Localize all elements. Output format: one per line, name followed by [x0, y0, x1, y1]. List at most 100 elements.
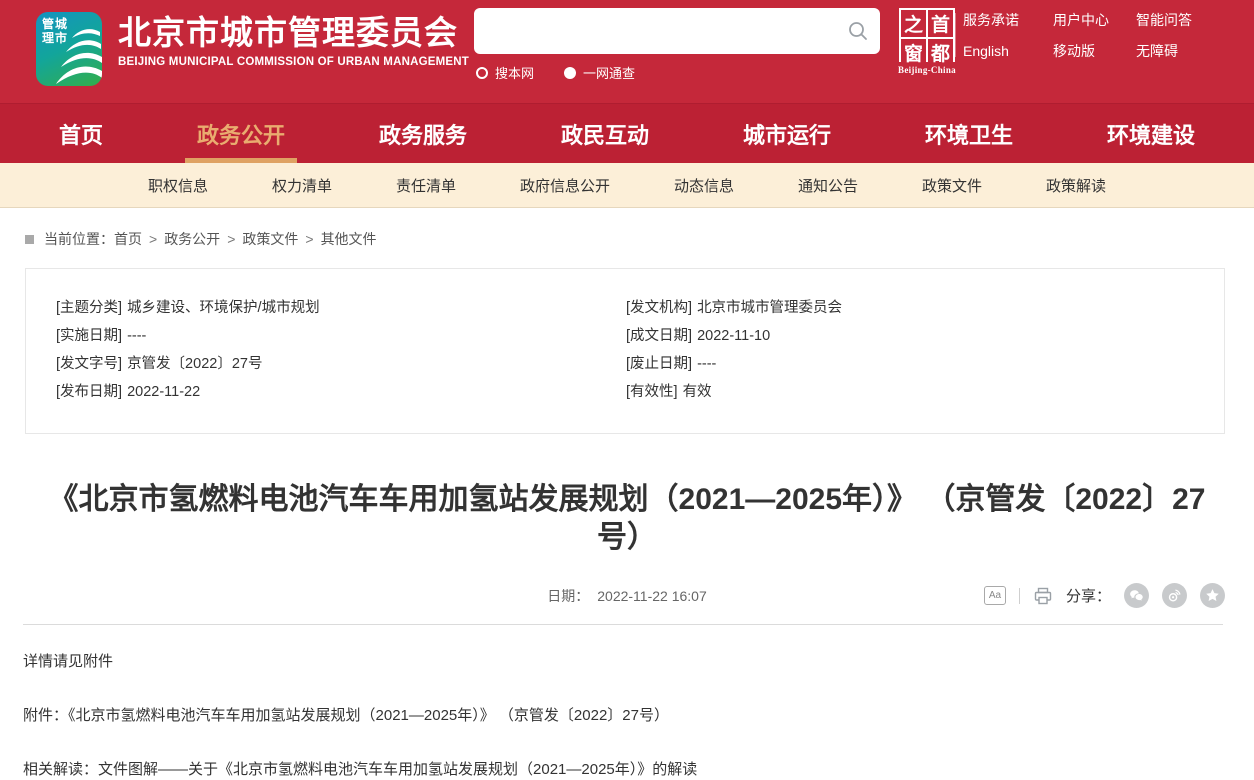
seal-char: 窗: [901, 39, 926, 66]
meta-value: ----: [127, 328, 146, 344]
meta-row-validity: [有效性] 有效: [626, 378, 1224, 406]
date-label: 日期：: [547, 588, 589, 604]
search-button[interactable]: [836, 8, 880, 54]
meta-value: ----: [697, 356, 716, 372]
share-weibo-button[interactable]: [1162, 583, 1187, 608]
seal-char: 首: [928, 10, 953, 37]
meta-value: 城乡建设、环境保护/城市规划: [127, 300, 320, 316]
breadcrumb-square-icon: [25, 235, 34, 244]
quick-link-english[interactable]: English: [963, 43, 1053, 59]
attachment-link[interactable]: 《北京市氢燃料电池汽车车用加氢站发展规划（2021—2025年）》 （京管发〔2…: [68, 707, 669, 724]
breadcrumb-separator: >: [305, 231, 313, 247]
capital-window-seal[interactable]: 之 首 窗 都 Beijing-China: [896, 8, 958, 75]
meta-label: [成文日期]: [626, 328, 692, 344]
nav-item-city-ops[interactable]: 城市运行: [729, 104, 845, 163]
breadcrumb: 当前位置： 首页 > 政务公开 > 政策文件 > 其他文件: [25, 229, 1254, 249]
quick-link-service-promise[interactable]: 服务承诺: [963, 12, 1053, 28]
body-attachment-line: 附件：《北京市氢燃料电池汽车车用加氢站发展规划（2021—2025年）》 （京管…: [23, 706, 1229, 726]
logo-swoosh-icon: [56, 24, 102, 86]
star-icon: [1204, 587, 1221, 604]
seal-char: 之: [901, 10, 926, 37]
site-header: 管城 理市 北京市城市管理委员会 BEIJING MUNICIPAL COMMI…: [0, 0, 1254, 103]
radio-dot-icon: [564, 67, 576, 79]
subnav-item-duty-list[interactable]: 责任清单: [396, 175, 456, 196]
nav-item-env-build[interactable]: 环境建设: [1093, 104, 1209, 163]
font-size-button[interactable]: Aa: [984, 586, 1006, 605]
seal-char: 都: [928, 39, 953, 66]
nav-item-gov-info[interactable]: 政务公开: [183, 104, 299, 163]
search-box: [474, 8, 880, 54]
quick-link-accessibility[interactable]: 无障碍: [1136, 43, 1192, 59]
quick-link-mobile[interactable]: 移动版: [1053, 43, 1136, 59]
breadcrumb-separator: >: [149, 231, 157, 247]
meta-value: 有效: [683, 384, 712, 400]
date-value: 2022-11-22 16:07: [597, 588, 707, 604]
site-logo[interactable]: 管城 理市: [36, 12, 102, 86]
body-interpretation-line: 相关解读：文件图解——关于《北京市氢燃料电池汽车车用加氢站发展规划（2021—2…: [23, 760, 1229, 780]
search-scope-options: 搜本网 一网通查: [476, 63, 635, 82]
meta-label: [发布日期]: [56, 384, 122, 400]
meta-label: [发文机构]: [626, 300, 692, 316]
breadcrumb-item-home[interactable]: 首页: [114, 229, 142, 249]
article-body: 详情请见附件 附件：《北京市氢燃料电池汽车车用加氢站发展规划（2021—2025…: [23, 652, 1229, 780]
meta-left-column: [主题分类] 城乡建设、环境保护/城市规划 [实施日期] ---- [发文字号] 京管…: [56, 294, 626, 406]
weibo-icon: [1166, 587, 1183, 604]
share-label: 分享：: [1066, 585, 1111, 606]
attachment-label: 附件：: [23, 707, 68, 724]
subnav-item-power-list[interactable]: 权力清单: [272, 175, 332, 196]
meta-value: 2022-11-22: [127, 384, 200, 400]
nav-item-home[interactable]: 首页: [45, 104, 117, 163]
breadcrumb-item-policy[interactable]: 政策文件: [242, 229, 298, 249]
interpretation-label: 相关解读：: [23, 761, 98, 778]
document-meta-box: [主题分类] 城乡建设、环境保护/城市规划 [实施日期] ---- [发文字号] 京管…: [25, 268, 1225, 434]
meta-row-doc-number: [发文字号] 京管发〔2022〕27号: [56, 350, 626, 378]
share-qzone-button[interactable]: [1200, 583, 1225, 608]
meta-label: [主题分类]: [56, 300, 122, 316]
nav-item-gov-service[interactable]: 政务服务: [365, 104, 481, 163]
subnav-item-authority-info[interactable]: 职权信息: [148, 175, 208, 196]
site-subtitle: BEIJING MUNICIPAL COMMISSION OF URBAN MA…: [118, 56, 469, 68]
radio-search-this-site[interactable]: 搜本网: [476, 63, 534, 82]
content-divider: [23, 624, 1223, 625]
meta-row-publish-date: [发布日期] 2022-11-22: [56, 378, 626, 406]
meta-label: [实施日期]: [56, 328, 122, 344]
tool-divider: [1019, 588, 1020, 604]
subnav-item-policy-reading[interactable]: 政策解读: [1046, 175, 1106, 196]
meta-value: 2022-11-10: [697, 328, 770, 344]
radio-label: 搜本网: [495, 63, 534, 82]
wechat-icon: [1128, 587, 1145, 604]
meta-label: [发文字号]: [56, 356, 122, 372]
printer-icon: [1033, 586, 1053, 606]
subnav-item-dynamic-info[interactable]: 动态信息: [674, 175, 734, 196]
radio-ring-icon: [476, 67, 488, 79]
header-divider: [955, 13, 956, 57]
breadcrumb-item-gov-info[interactable]: 政务公开: [164, 229, 220, 249]
subnav-item-notices[interactable]: 通知公告: [798, 175, 858, 196]
quick-link-user-center[interactable]: 用户中心: [1053, 12, 1136, 28]
meta-row-topic: [主题分类] 城乡建设、环境保护/城市规划: [56, 294, 626, 322]
breadcrumb-item-current: 其他文件: [321, 229, 377, 249]
subnav-item-gov-info-public[interactable]: 政府信息公开: [520, 175, 610, 196]
quick-links: 服务承诺 用户中心 智能问答 English 移动版 无障碍: [963, 12, 1192, 59]
nav-item-interaction[interactable]: 政民互动: [547, 104, 663, 163]
breadcrumb-separator: >: [227, 231, 235, 247]
article-tools: Aa 分享：: [984, 583, 1225, 608]
meta-row-issuing-org: [发文机构]北京市城市管理委员会: [626, 294, 1224, 322]
site-identity: 北京市城市管理委员会 BEIJING MUNICIPAL COMMISSION …: [118, 13, 469, 68]
radio-label: 一网通查: [583, 63, 635, 82]
site-title: 北京市城市管理委员会: [118, 13, 469, 53]
meta-label: [有效性]: [626, 384, 678, 400]
nav-item-sanitation[interactable]: 环境卫生: [911, 104, 1027, 163]
print-button[interactable]: [1033, 586, 1053, 606]
article-toolbar: 日期： 2022-11-22 16:07 Aa 分享：: [0, 581, 1254, 611]
share-wechat-button[interactable]: [1124, 583, 1149, 608]
body-intro: 详情请见附件: [23, 652, 1229, 672]
quick-link-smart-qa[interactable]: 智能问答: [1136, 12, 1192, 28]
meta-label: [废止日期]: [626, 356, 692, 372]
radio-search-network[interactable]: 一网通查: [564, 63, 635, 82]
meta-value: 京管发〔2022〕27号: [127, 356, 262, 372]
search-input[interactable]: [474, 8, 836, 54]
interpretation-link[interactable]: 文件图解——关于《北京市氢燃料电池汽车车用加氢站发展规划（2021—2025年）…: [98, 761, 697, 778]
subnav-item-policy-files[interactable]: 政策文件: [922, 175, 982, 196]
meta-row-implement-date: [实施日期] ----: [56, 322, 626, 350]
